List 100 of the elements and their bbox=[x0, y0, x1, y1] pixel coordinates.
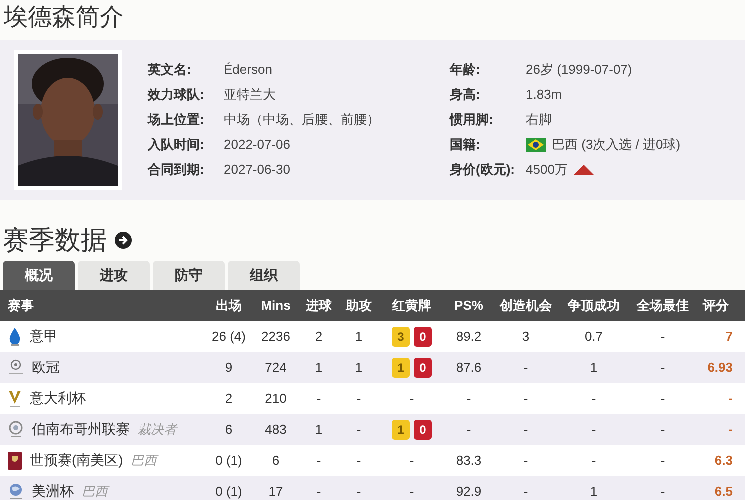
table-cell-text: 1 bbox=[354, 360, 364, 375]
field-value: 右脚 bbox=[526, 111, 552, 129]
section-title: 赛季数据 bbox=[3, 224, 107, 256]
column-header: 进球 bbox=[304, 296, 333, 314]
table-cell-text: 724 bbox=[264, 360, 288, 375]
column-header: 红黄牌 bbox=[391, 296, 432, 314]
table-cell: - bbox=[410, 453, 414, 468]
table-cell-text: 2 bbox=[314, 329, 324, 344]
field-label: 惯用脚: bbox=[450, 111, 494, 129]
tab[interactable]: 概况 bbox=[3, 261, 75, 290]
rating-cell-text: 6.3 bbox=[714, 453, 734, 468]
field-value: 亚特兰大 bbox=[224, 86, 277, 104]
column-header: PS% bbox=[454, 298, 484, 313]
competition-name: 欧冠 bbox=[32, 358, 60, 376]
competition-name: 意甲 bbox=[30, 328, 58, 346]
field-value: 2022-07-06 bbox=[224, 136, 292, 154]
competition-name: 美洲杯 巴西 bbox=[32, 482, 108, 500]
competition-name: 世预赛(南美区) 巴西 bbox=[30, 452, 158, 470]
tab[interactable]: 防守 bbox=[153, 261, 225, 290]
field-label: 合同到期: bbox=[148, 161, 206, 179]
table-cell-text: 26 (4) bbox=[211, 329, 247, 344]
table-cell-text: - bbox=[660, 422, 666, 437]
table-cell-text: 2236 bbox=[260, 329, 292, 344]
table-cell-text: - bbox=[522, 484, 530, 499]
competition-name: 伯南布哥州联赛 裁决者 bbox=[32, 420, 177, 438]
table-cell-text: 9 bbox=[224, 360, 234, 375]
rating-cell-text: - bbox=[728, 422, 734, 437]
field-label: 场上位置: bbox=[148, 111, 206, 129]
column-header: 全场最佳 bbox=[636, 296, 690, 314]
table-cell-text: 1 bbox=[589, 484, 599, 499]
field-value: 中场（中场、后腰、前腰） bbox=[224, 111, 381, 129]
table-cell-text: 483 bbox=[264, 422, 288, 437]
field-label: 身高: bbox=[450, 86, 482, 104]
tab[interactable]: 组织 bbox=[228, 261, 300, 290]
tab[interactable]: 进攻 bbox=[78, 261, 150, 290]
dismissal-card-count: 0 bbox=[414, 326, 432, 346]
page-title: 埃德森简介 bbox=[3, 3, 125, 33]
table-cell-text: 210 bbox=[264, 391, 288, 406]
table-cell-text: 3 bbox=[521, 329, 531, 344]
table-cell-text: - bbox=[522, 360, 530, 375]
table-cell-text: - bbox=[660, 360, 666, 375]
table-cell-text: - bbox=[522, 422, 530, 437]
field-label: 英文名: bbox=[148, 61, 192, 79]
table-cell-text: - bbox=[356, 422, 362, 437]
table-cell-text: 1 bbox=[314, 360, 324, 375]
field-label: 国籍: bbox=[450, 136, 482, 154]
table-cell-text: - bbox=[660, 484, 666, 499]
field-value: 1.83m bbox=[526, 86, 562, 104]
column-header: Mins bbox=[260, 298, 292, 313]
table-cell-text: - bbox=[590, 422, 598, 437]
rating-cell-text: 6.93 bbox=[706, 360, 734, 375]
field-value: 巴西 (3次入选 / 进0球) bbox=[552, 136, 681, 154]
table-cell-text: - bbox=[522, 391, 530, 406]
field-label: 效力球队: bbox=[148, 86, 206, 104]
table-cell-text: - bbox=[590, 453, 598, 468]
field-label: 入队时间: bbox=[148, 136, 206, 154]
table-cell-text: - bbox=[466, 391, 472, 406]
field-value: 4500万 bbox=[526, 161, 568, 179]
table-cell-text: - bbox=[356, 484, 362, 499]
table-cell-text: 87.6 bbox=[455, 360, 483, 375]
caution-card-count: 3 bbox=[392, 326, 410, 346]
dismissal-card-count: 0 bbox=[414, 420, 432, 440]
table-cell-text: 83.3 bbox=[455, 453, 483, 468]
table-cell-text: - bbox=[590, 391, 598, 406]
table-cell-text: 0 (1) bbox=[214, 484, 244, 499]
rating-cell-text: - bbox=[728, 391, 734, 406]
table-cell-text: 2 bbox=[224, 391, 234, 406]
column-header: 出场 bbox=[215, 296, 243, 314]
rating-cell-text: 6.5 bbox=[714, 484, 734, 499]
table-cell: - bbox=[410, 391, 414, 406]
rating-cell-text: 7 bbox=[724, 329, 734, 344]
table-cell-text: 0 (1) bbox=[214, 453, 244, 468]
field-value: 26岁 (1999-07-07) bbox=[526, 61, 632, 79]
column-header: 创造机会 bbox=[498, 296, 553, 314]
table-cell-text: - bbox=[660, 329, 666, 344]
table-cell-text: 1 bbox=[354, 329, 364, 344]
table-cell-text: - bbox=[316, 453, 322, 468]
dismissal-card-count: 0 bbox=[414, 358, 432, 378]
caution-card-count: 1 bbox=[392, 358, 410, 378]
table-cell-text: - bbox=[660, 453, 666, 468]
table-cell-text: 1 bbox=[589, 360, 599, 375]
column-header: 助攻 bbox=[344, 296, 373, 314]
table-cell-text: 6 bbox=[271, 453, 281, 468]
field-label: 身价(欧元): bbox=[450, 161, 516, 179]
table-cell-text: - bbox=[522, 453, 530, 468]
table-cell-text: - bbox=[356, 391, 362, 406]
column-header: 争顶成功 bbox=[567, 296, 621, 314]
table-cell-text: 89.2 bbox=[455, 329, 483, 344]
table-cell-text: 6 bbox=[224, 422, 234, 437]
table-cell-text: - bbox=[356, 453, 362, 468]
table-cell-text: - bbox=[466, 422, 472, 437]
table-cell-text: 92.9 bbox=[455, 484, 483, 499]
competition-name: 意大利杯 bbox=[30, 390, 86, 408]
table-cell-text: 1 bbox=[314, 422, 324, 437]
table-cell-text: 17 bbox=[268, 484, 284, 499]
table-cell-text: - bbox=[316, 484, 322, 499]
column-header: 评分 bbox=[702, 296, 730, 314]
table-cell-text: 0.7 bbox=[584, 329, 604, 344]
column-header: 赛事 bbox=[7, 296, 35, 314]
field-label: 年龄: bbox=[450, 61, 482, 79]
